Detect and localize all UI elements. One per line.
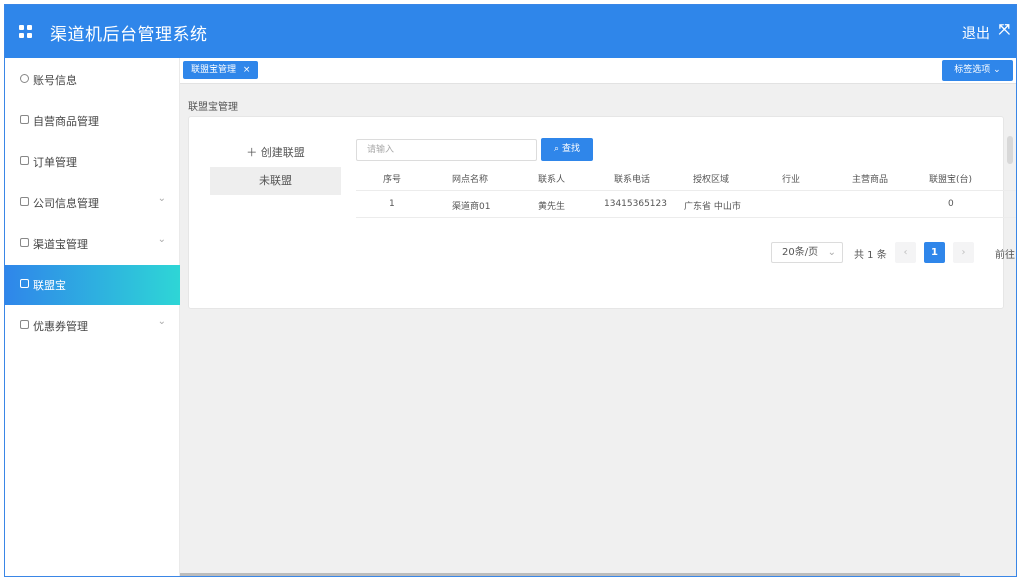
table-row[interactable]: 1 渠道商01 黄先生 13415365123 广东省 中山市 0	[356, 191, 1016, 218]
sidebar-item-account-info[interactable]: 账号信息	[5, 60, 180, 100]
search-icon: ⌕	[554, 144, 562, 154]
page-title: 联盟宝管理	[188, 102, 238, 113]
sidebar-item-company-info[interactable]: 公司信息管理 ⌄	[5, 183, 180, 223]
total-count: 共 1 条	[854, 250, 887, 261]
horizontal-scrollbar[interactable]	[180, 573, 960, 576]
user-circle-icon	[20, 74, 29, 83]
sidebar-item-coupons[interactable]: 优惠券管理 ⌄	[5, 306, 180, 346]
monitor-icon	[20, 320, 29, 329]
tab-label: 联盟宝管理	[191, 65, 237, 75]
chevron-down-icon: ⌄	[157, 193, 166, 204]
tag-options-label: 标签选项	[954, 65, 991, 75]
cell-phone: 13415365123	[604, 199, 667, 209]
sidebar-item-channel-treasure[interactable]: 渠道宝管理 ⌄	[5, 224, 180, 264]
sidebar-item-label: 优惠券管理	[33, 320, 88, 333]
column-header: 行业	[782, 175, 801, 185]
cell-contact: 黄先生	[538, 202, 566, 212]
app-title: 渠道机后台管理系统	[50, 25, 208, 45]
monitor-icon	[20, 279, 29, 288]
cell-alliance-count: 0	[948, 199, 954, 209]
page-size-value: 20条/页	[782, 247, 819, 258]
sidebar-item-label: 公司信息管理	[33, 197, 99, 210]
mail-icon	[20, 115, 29, 124]
header-bar: 渠道机后台管理系统 退出 ⤧	[5, 5, 1016, 58]
close-icon[interactable]: ×	[243, 65, 251, 75]
column-header: 网点名称	[452, 175, 489, 185]
sidebar-item-orders[interactable]: 订单管理	[5, 142, 180, 182]
expand-icon[interactable]: ⤧	[999, 22, 1010, 38]
sidebar-item-label: 联盟宝	[33, 279, 66, 292]
table-header: 序号 网点名称 联系人 联系电话 授权区域 行业 主营商品 联盟宝(台)	[356, 164, 1016, 191]
not-joined-item[interactable]: 未联盟	[210, 167, 341, 195]
vertical-scrollbar[interactable]	[1007, 136, 1013, 164]
logout-button[interactable]: 退出	[962, 23, 990, 43]
cell-region: 广东省 中山市	[684, 202, 741, 212]
column-header: 主营商品	[852, 175, 889, 185]
cell-index: 1	[389, 199, 395, 209]
chevron-down-icon: ⌄	[157, 316, 166, 327]
alliance-card: ＋ 创建联盟 未联盟 请输入 ⌕ 查找 序号 网点名称 联系人 联系电话 授权区…	[188, 116, 1016, 309]
column-header: 序号	[383, 175, 402, 185]
monitor-icon	[20, 238, 29, 247]
next-page-button[interactable]: ›	[953, 242, 974, 263]
chevron-down-icon: ⌄	[157, 234, 166, 245]
page-size-select[interactable]: 20条/页 ⌄	[771, 242, 843, 263]
column-header: 授权区域	[693, 175, 730, 185]
alliance-side-panel: ＋ 创建联盟 未联盟	[210, 139, 341, 195]
tags-bar: 联盟宝管理 × 标签选项 ⌄	[180, 58, 1016, 84]
cell-outlet-name: 渠道商01	[452, 202, 491, 212]
create-alliance-button[interactable]: ＋ 创建联盟	[210, 139, 341, 167]
building-icon	[20, 197, 29, 206]
search-button-label: 查找	[561, 144, 580, 154]
sidebar-item-label: 订单管理	[33, 156, 77, 169]
sidebar-item-label: 账号信息	[33, 74, 77, 87]
column-header: 联系人	[538, 175, 566, 185]
sidebar-item-label: 自营商品管理	[33, 115, 99, 128]
app-window: 渠道机后台管理系统 退出 ⤧ 账号信息 自营商品管理 订单管理 公司信息管理 ⌄…	[4, 4, 1017, 577]
grid-menu-icon[interactable]	[19, 25, 32, 38]
sidebar-item-own-products[interactable]: 自营商品管理	[5, 101, 180, 141]
search-input[interactable]: 请输入	[356, 139, 537, 161]
prev-page-button[interactable]: ‹	[895, 242, 916, 263]
page-number-current[interactable]: 1	[924, 242, 945, 263]
goto-label: 前往	[995, 250, 1015, 261]
chevron-down-icon: ⌄	[827, 247, 836, 258]
list-icon	[20, 156, 29, 165]
tab-alliance-management[interactable]: 联盟宝管理 ×	[183, 61, 259, 79]
sidebar-item-label: 渠道宝管理	[33, 238, 88, 251]
sidebar: 账号信息 自营商品管理 订单管理 公司信息管理 ⌄ 渠道宝管理 ⌄ 联盟宝 优惠…	[5, 58, 180, 576]
column-header: 联盟宝(台)	[929, 175, 973, 185]
search-button[interactable]: ⌕ 查找	[541, 138, 593, 161]
main-content: 联盟宝管理 × 标签选项 ⌄ 联盟宝管理 ＋ 创建联盟 未联盟 请输入 ⌕ 查找…	[180, 58, 1016, 576]
tag-options-button[interactable]: 标签选项 ⌄	[942, 60, 1013, 81]
chevron-down-icon: ⌄	[993, 65, 1001, 75]
sidebar-item-alliance-treasure[interactable]: 联盟宝	[5, 265, 180, 305]
column-header: 联系电话	[614, 175, 651, 185]
